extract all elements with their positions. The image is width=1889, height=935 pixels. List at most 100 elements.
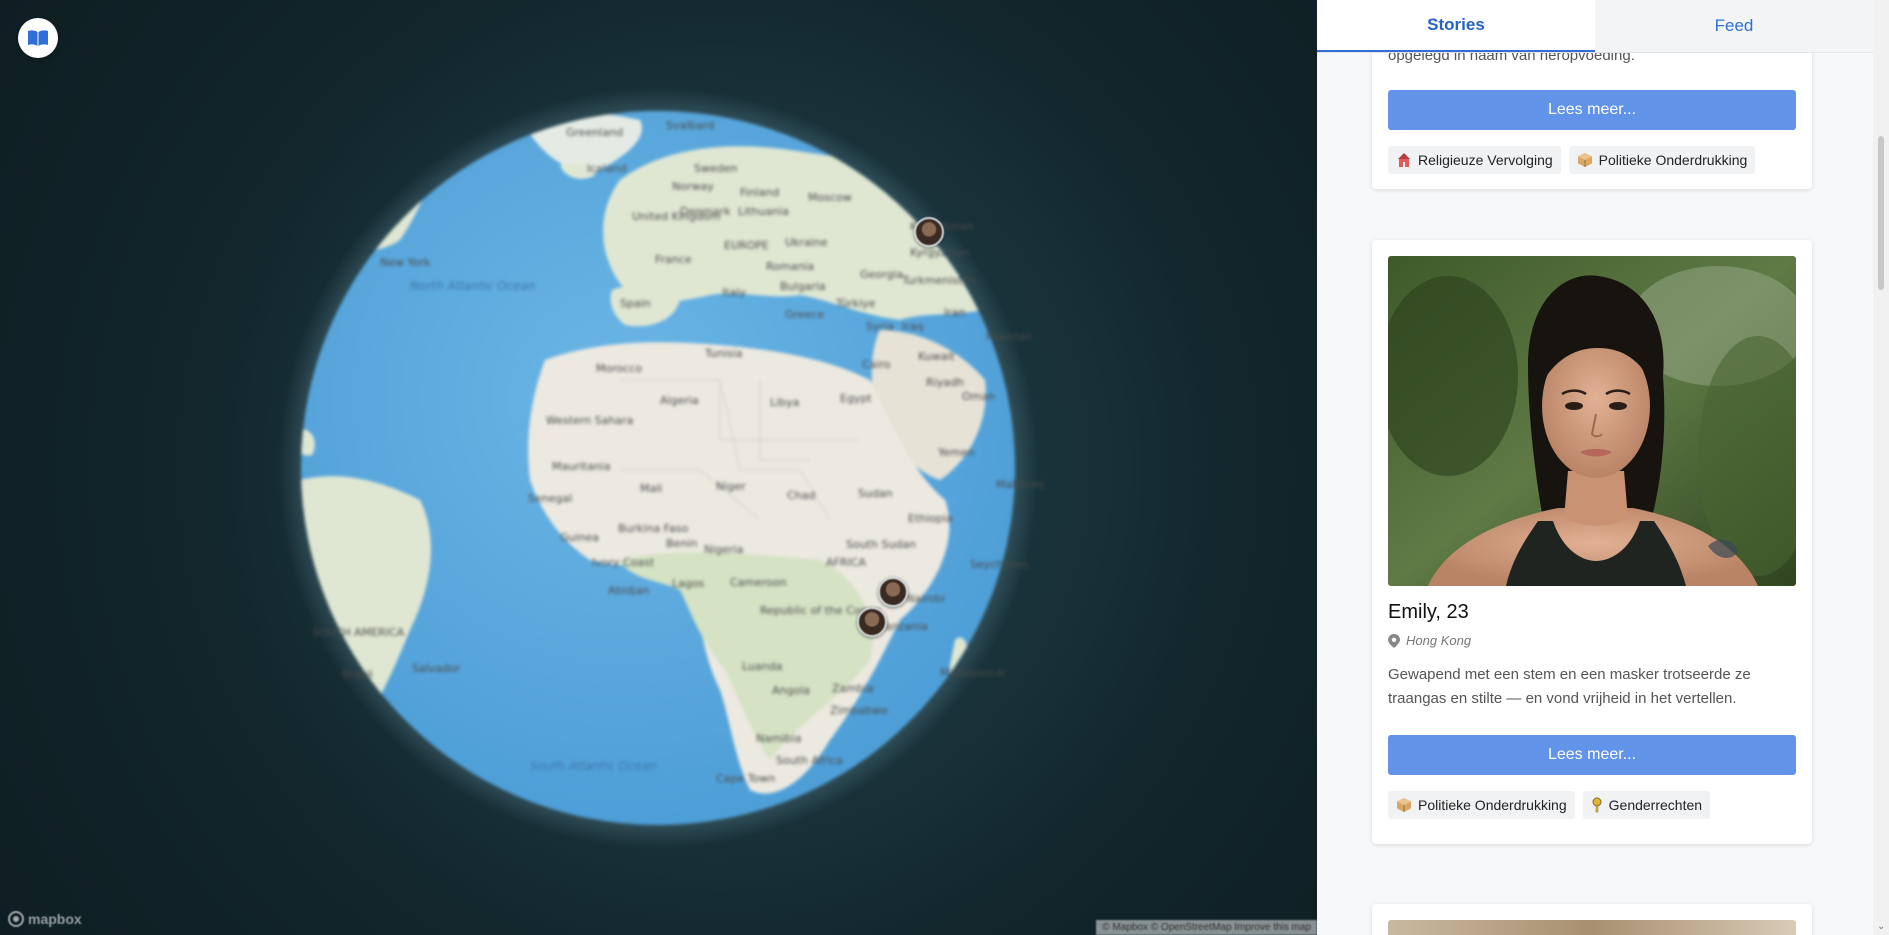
tag-political-oppression[interactable]: Politieke Onderdrukking (1388, 791, 1575, 819)
label-france: France (655, 253, 692, 266)
label-angola: Angola (772, 684, 810, 697)
label-abidjan: Abidjan (608, 584, 649, 597)
label-spain: Spain (620, 297, 651, 310)
package-icon (1577, 153, 1592, 167)
label-greece: Greece (785, 308, 824, 321)
label-ukraine: Ukraine (785, 236, 828, 249)
label-burkina-faso: Burkina Faso (618, 522, 688, 535)
label-zimbabwe: Zimbabwe (830, 704, 888, 717)
tag-label: Politieke Onderdrukking (1598, 152, 1748, 168)
open-book-icon (28, 30, 48, 46)
label-united-kingdom: United Kingdom (632, 210, 720, 223)
label-italy: Italy (722, 286, 746, 299)
label-pakistan: Pakistan (986, 330, 1032, 343)
read-more-button[interactable]: Lees meer... (1388, 735, 1796, 775)
label-iraq: Iraq (902, 320, 924, 333)
globe-map[interactable]: Greenland Svalbard Iceland Sweden Norway… (0, 0, 1317, 935)
stories-list[interactable]: opgelegd in naam van heropvoeding. Lees … (1317, 52, 1873, 935)
label-maldives: Maldives (996, 478, 1045, 491)
story-card-next (1372, 904, 1812, 935)
story-location: Hong Kong (1388, 633, 1471, 648)
story-card-emily: Emily, 23 Hong Kong Gewapend met een ste… (1372, 240, 1812, 844)
label-kyrgyzstan: Kyrgyzstan (910, 246, 970, 259)
label-niger: Niger (716, 480, 746, 493)
label-senegal: Senegal (528, 492, 572, 505)
label-finland: Finland (740, 186, 779, 199)
story-marker-east-africa[interactable] (878, 577, 908, 607)
mapbox-icon (8, 911, 24, 927)
label-africa: AFRICA (826, 556, 866, 569)
label-seychelles: Seychelles (970, 558, 1029, 571)
church-icon (1398, 153, 1410, 167)
label-iran: Iran (944, 306, 966, 319)
map-attribution[interactable]: © Mapbox © OpenStreetMap Improve this ma… (1096, 920, 1317, 935)
sidebar-scrollbar[interactable]: ⌄ (1873, 0, 1889, 935)
label-ethiopia: Ethiopia (908, 512, 953, 525)
label-norway: Norway (672, 180, 714, 193)
tab-stories[interactable]: Stories (1317, 0, 1595, 52)
label-nairobi: Nairobi (906, 592, 945, 605)
scrollbar-thumb[interactable] (1878, 136, 1884, 290)
portrait-image (1388, 256, 1796, 586)
label-turkiye: Türkiye (835, 297, 876, 310)
label-north-atlantic: North Atlantic Ocean (410, 279, 535, 293)
label-madagascar: Madagascar (940, 666, 1007, 679)
label-romania: Romania (766, 260, 814, 273)
label-sudan: Sudan (858, 487, 893, 500)
story-snippet: Gewapend met een stem en een masker trot… (1388, 666, 1751, 707)
label-new-york: New York (380, 256, 431, 269)
label-namibia: Namibia (756, 732, 802, 745)
tag-label: Genderrechten (1608, 797, 1703, 813)
label-south-atlantic: South Atlantic Ocean (530, 759, 657, 773)
tag-political-oppression[interactable]: Politieke Onderdrukking (1568, 146, 1756, 174)
story-tags: Politieke Onderdrukking Genderrechten (1388, 791, 1711, 819)
globe[interactable]: Greenland Svalbard Iceland Sweden Norway… (0, 0, 1317, 935)
story-marker-tanzania[interactable] (857, 607, 887, 637)
story-photo[interactable] (1388, 920, 1796, 935)
label-cape-town: Cape Town (716, 772, 775, 785)
label-salvador: Salvador (412, 662, 461, 675)
label-syria: Syria (866, 320, 894, 333)
label-moscow: Moscow (808, 191, 852, 204)
label-egypt: Egypt (840, 392, 872, 405)
story-snippet: opgelegd in naam van heropvoeding. (1388, 52, 1635, 64)
mapbox-logo[interactable]: mapbox (8, 911, 82, 927)
label-turkmenistan: Turkmenistan (901, 274, 976, 287)
scroll-down-arrow-icon[interactable]: ⌄ (1877, 922, 1885, 932)
tag-label: Politieke Onderdrukking (1418, 797, 1567, 813)
label-south-america: SOUTH AMERICA (312, 626, 405, 639)
label-western-sahara: Western Sahara (546, 414, 633, 427)
stories-sidebar: Stories Feed opgelegd in naam van heropv… (1317, 0, 1889, 935)
tag-label: Religieuze Vervolging (1418, 152, 1553, 168)
key-icon (1592, 797, 1602, 813)
sidebar-tabs: Stories Feed (1317, 0, 1873, 53)
label-tunisia: Tunisia (704, 347, 743, 360)
label-zambia: Zambia (832, 682, 874, 695)
label-mali: Mali (640, 482, 662, 495)
story-title: Emily, 23 (1388, 601, 1469, 623)
story-tags: Religieuze Vervolging Politieke Onderdru… (1388, 146, 1756, 174)
label-benin: Benin (666, 537, 697, 550)
label-europe: EUROPE (724, 239, 769, 252)
label-bulgaria: Bulgaria (780, 280, 826, 293)
label-guinea: Guinea (560, 531, 599, 544)
label-morocco: Morocco (596, 362, 642, 375)
label-riyadh: Riyadh (926, 376, 964, 389)
label-south-sudan: South Sudan (846, 538, 916, 551)
package-icon (1397, 798, 1411, 812)
label-brazil: Brazil (342, 668, 373, 681)
tag-gender-rights[interactable]: Genderrechten (1582, 791, 1711, 819)
label-libya: Libya (770, 396, 799, 409)
label-luanda: Luanda (742, 660, 782, 673)
location-pin-icon (1388, 633, 1400, 648)
label-svalbard: Svalbard (666, 119, 714, 132)
label-yemen: Yemen (937, 446, 975, 459)
story-photo[interactable] (1388, 256, 1796, 586)
label-greenland: Greenland (566, 126, 623, 139)
book-button[interactable] (18, 18, 58, 58)
read-more-button[interactable]: Lees meer... (1388, 90, 1796, 130)
tab-feed[interactable]: Feed (1595, 0, 1873, 52)
label-cairo: Cairo (862, 358, 891, 371)
story-marker-kazakhstan[interactable] (914, 217, 944, 247)
tag-religious-persecution[interactable]: Religieuze Vervolging (1388, 146, 1561, 174)
